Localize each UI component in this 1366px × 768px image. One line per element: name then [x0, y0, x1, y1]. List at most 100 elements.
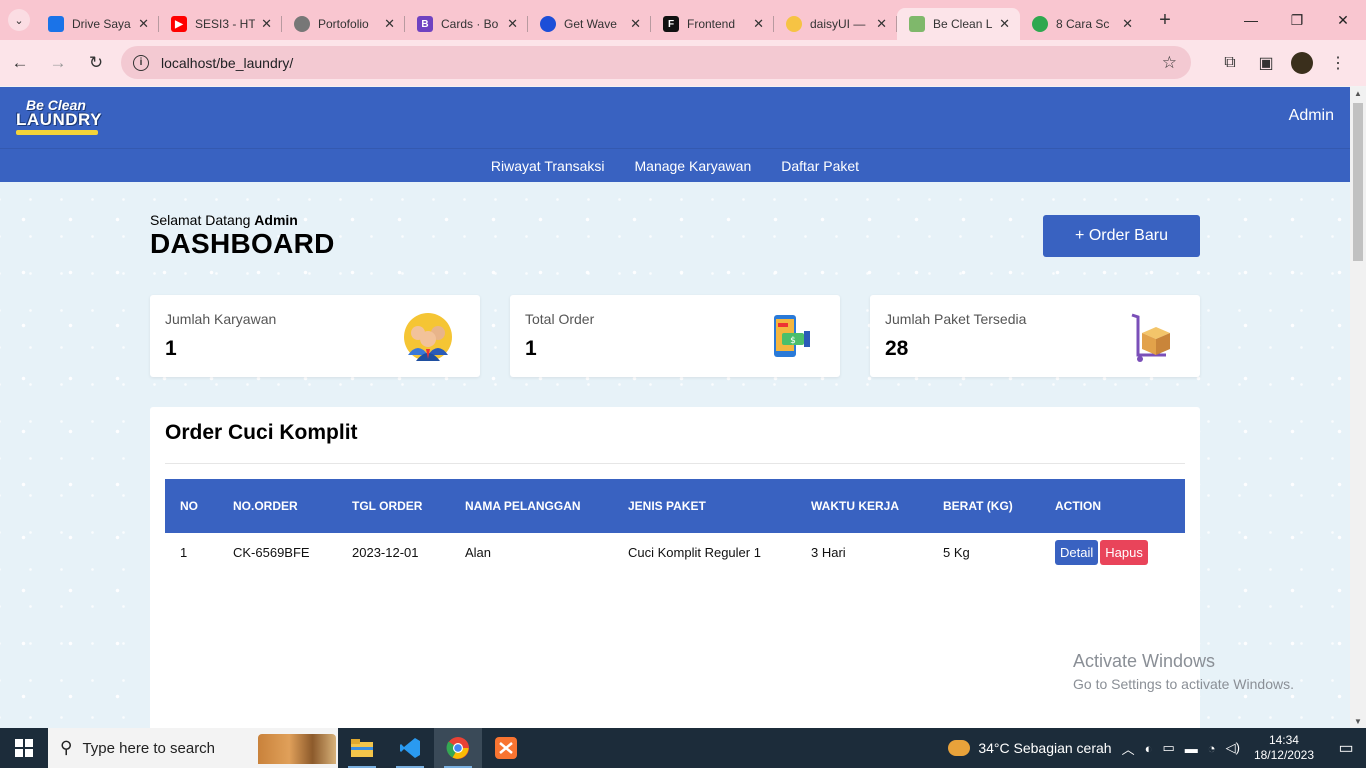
close-tab-icon[interactable]: ✕: [876, 16, 887, 32]
user-menu[interactable]: Admin: [1289, 107, 1334, 125]
welcome-text: Selamat Datang Admin: [150, 212, 298, 228]
more-menu-icon[interactable]: ⋮: [1320, 46, 1356, 80]
cell-order-number: CK-6569BFE: [233, 544, 310, 560]
xampp-icon: [495, 737, 517, 759]
bookmark-star-icon[interactable]: ☆: [1162, 53, 1177, 73]
battery-icon[interactable]: ▬: [1185, 741, 1198, 756]
orders-panel: Order Cuci Komplit NO NO.ORDER TGL ORDER…: [150, 407, 1200, 728]
page-viewport: Be Clean LAUNDRY Admin Riwayat Transaksi…: [0, 87, 1350, 728]
table-row: 1 CK-6569BFE 2023-12-01 Alan Cuci Kompli…: [165, 533, 1185, 571]
nav-riwayat-transaksi[interactable]: Riwayat Transaksi: [491, 158, 605, 174]
volume-icon[interactable]: ◁): [1226, 740, 1240, 756]
close-tab-icon[interactable]: ✕: [261, 16, 272, 32]
close-window-icon[interactable]: ✕: [1320, 0, 1366, 40]
cell-actions: Detail Hapus: [1040, 533, 1185, 571]
tab-search-icon[interactable]: ⌄: [8, 9, 30, 31]
address-bar[interactable]: i localhost/be_laundry/ ☆: [121, 46, 1191, 79]
bootstrap-icon: B: [417, 16, 433, 32]
owl-icon: [1032, 16, 1048, 32]
close-tab-icon[interactable]: ✕: [507, 16, 518, 32]
cell-package: Cuci Komplit Reguler 1: [628, 544, 761, 560]
notification-icon[interactable]: ▭: [1326, 738, 1366, 758]
close-tab-icon[interactable]: ✕: [138, 16, 149, 32]
browser-tab[interactable]: Drive Saya ✕: [36, 8, 159, 40]
column-header: NAMA PELANGGAN: [465, 499, 581, 513]
new-order-button[interactable]: + Order Baru: [1043, 215, 1200, 257]
search-icon: ⚲: [60, 738, 73, 757]
panel-title: Order Cuci Komplit: [165, 421, 358, 444]
taskbar-xampp[interactable]: [482, 728, 530, 768]
delete-button[interactable]: Hapus: [1100, 539, 1148, 565]
meet-icon[interactable]: ▭: [1162, 740, 1174, 756]
column-header: WAKTU KERJA: [811, 499, 900, 513]
forward-icon[interactable]: →: [40, 45, 76, 81]
column-header: BERAT (KG): [943, 499, 1013, 513]
site-info-icon[interactable]: i: [133, 54, 149, 71]
close-tab-icon[interactable]: ✕: [630, 16, 641, 32]
nav-manage-karyawan[interactable]: Manage Karyawan: [635, 158, 752, 174]
reload-icon[interactable]: ↻: [78, 45, 114, 81]
browser-toolbar: ← → ↻ i localhost/be_laundry/ ☆ ⧉ ▣ ⋮: [0, 40, 1366, 86]
vscode-icon: [400, 738, 420, 758]
browser-tab[interactable]: B Cards · Bo ✕: [405, 8, 528, 40]
extensions-icon[interactable]: ⧉: [1212, 46, 1248, 80]
chevron-up-icon[interactable]: ︿: [1122, 739, 1135, 758]
browser-tab[interactable]: ▶ SESI3 - HT ✕: [159, 8, 282, 40]
close-tab-icon[interactable]: ✕: [753, 16, 764, 32]
taskbar-vscode[interactable]: [386, 728, 434, 768]
windows-taskbar: ⚲ Type here to search 34°C Sebagian cera…: [0, 728, 1366, 768]
chrome-icon: [446, 737, 469, 759]
wifi-icon[interactable]: ◔: [1208, 741, 1216, 756]
cell-no: 1: [180, 544, 188, 560]
close-tab-icon[interactable]: ✕: [999, 16, 1010, 32]
minimize-icon[interactable]: —: [1228, 0, 1274, 40]
browser-tab-active[interactable]: Be Clean L ✕: [897, 8, 1020, 40]
close-tab-icon[interactable]: ✕: [1122, 16, 1133, 32]
employees-icon: [404, 313, 452, 361]
cell-duration: 3 Hari: [811, 544, 846, 560]
browser-tab[interactable]: daisyUI — ✕: [774, 8, 897, 40]
windows-logo-icon: [15, 739, 33, 757]
scroll-up-icon[interactable]: ▲: [1354, 89, 1362, 98]
page-scrollbar[interactable]: ▲ ▼: [1350, 87, 1366, 728]
stat-card-employees: Jumlah Karyawan 1: [150, 295, 480, 377]
cell-customer: Alan: [465, 544, 492, 560]
daisyui-icon: [786, 16, 802, 32]
mobile-payment-icon: $: [774, 315, 810, 357]
taskbar-chrome[interactable]: [434, 728, 482, 768]
profile-avatar[interactable]: [1291, 52, 1313, 74]
be-clean-laundry-logo[interactable]: Be Clean LAUNDRY: [14, 97, 104, 137]
weather-icon: [948, 740, 971, 756]
close-tab-icon[interactable]: ✕: [384, 16, 395, 32]
scrollbar-thumb[interactable]: [1353, 103, 1363, 261]
taskbar-file-explorer[interactable]: [338, 728, 386, 768]
column-header: TGL ORDER: [352, 499, 423, 513]
youtube-icon: ▶: [171, 16, 187, 32]
side-panel-icon[interactable]: ▣: [1248, 46, 1284, 80]
restore-icon[interactable]: ❐: [1274, 0, 1320, 40]
browser-tab[interactable]: 8 Cara Sc ✕: [1020, 8, 1143, 40]
browser-tab[interactable]: Portofolio ✕: [282, 8, 405, 40]
url-text[interactable]: localhost/be_laundry/: [161, 55, 293, 71]
weather-text[interactable]: 34°C Sebagian cerah: [978, 740, 1111, 756]
divider: [165, 463, 1185, 464]
scroll-down-icon[interactable]: ▼: [1354, 717, 1362, 726]
new-tab-icon[interactable]: +: [1151, 9, 1179, 32]
detail-button[interactable]: Detail: [1055, 539, 1099, 565]
main-nav: Riwayat Transaksi Manage Karyawan Daftar…: [0, 148, 1350, 182]
table-header-row: NO NO.ORDER TGL ORDER NAMA PELANGGAN JEN…: [165, 479, 1185, 533]
start-button[interactable]: [0, 728, 48, 768]
column-header: NO: [180, 499, 198, 513]
column-header: JENIS PAKET: [628, 499, 706, 513]
window-controls: — ❐ ✕: [1228, 0, 1366, 40]
network-icon[interactable]: ◐: [1145, 741, 1153, 756]
back-icon[interactable]: ←: [2, 45, 38, 81]
nav-daftar-paket[interactable]: Daftar Paket: [781, 158, 859, 174]
browser-tab[interactable]: Get Wave ✕: [528, 8, 651, 40]
column-header: NO.ORDER: [233, 499, 298, 513]
taskbar-search[interactable]: ⚲ Type here to search: [48, 728, 338, 768]
taskbar-clock[interactable]: 14:34 18/12/2023: [1254, 733, 1314, 763]
laundry-favicon-icon: [909, 16, 925, 32]
browser-tab[interactable]: F Frontend ✕: [651, 8, 774, 40]
browser-tabstrip: ⌄ Drive Saya ✕ ▶ SESI3 - HT ✕ Portofolio ✕ B…: [0, 0, 1366, 40]
